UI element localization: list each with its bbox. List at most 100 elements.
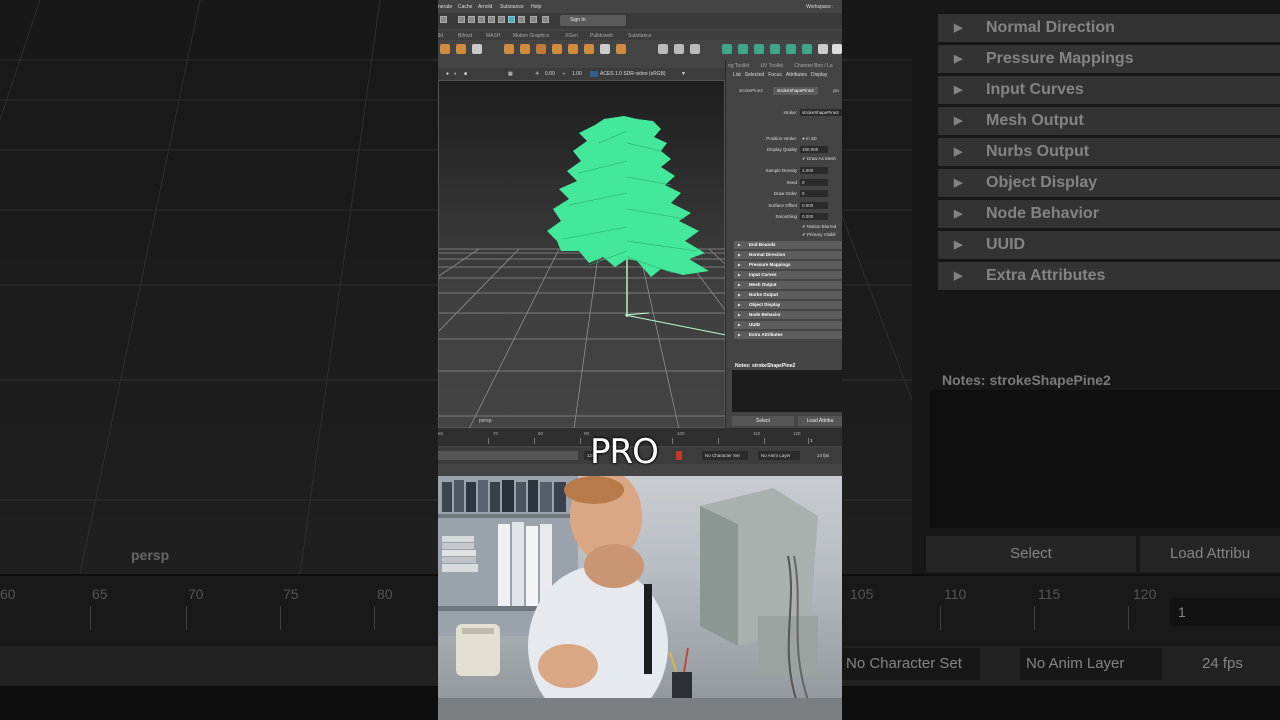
draw-order-field[interactable]: 0 bbox=[800, 190, 828, 197]
camera-icon[interactable]: ● bbox=[446, 71, 449, 77]
section-extra-attributes[interactable]: Extra Attributes bbox=[734, 331, 842, 339]
pause-icon[interactable] bbox=[530, 16, 537, 23]
status-icon[interactable] bbox=[458, 16, 465, 23]
status-icon[interactable] bbox=[518, 16, 525, 23]
sample-density-field[interactable]: 1.000 bbox=[800, 167, 828, 174]
tab-uv-toolkit[interactable]: UV Toolkit bbox=[760, 63, 782, 69]
primary-visibility-checkbox[interactable]: ✔ Primary Visibil bbox=[802, 232, 835, 238]
section-uuid[interactable]: UUID bbox=[734, 321, 842, 329]
menu-help[interactable]: Help bbox=[531, 4, 541, 10]
select-button[interactable]: Select bbox=[732, 416, 794, 426]
section-input-curves[interactable]: Input Curves bbox=[734, 271, 842, 279]
color-management-icon[interactable] bbox=[590, 71, 598, 77]
menu-display[interactable]: Display bbox=[811, 72, 827, 78]
smoothing-field[interactable]: 0.000 bbox=[800, 213, 828, 220]
screen: persp ▶ Normal Direction ▶ Pressure Mappin… bbox=[0, 0, 1280, 720]
shelf-tool-icon[interactable] bbox=[786, 44, 796, 54]
shelf-tool-icon[interactable] bbox=[504, 44, 514, 54]
shelf-tab[interactable]: Pulldownit bbox=[590, 33, 613, 39]
shelf-tool-icon[interactable] bbox=[616, 44, 626, 54]
draw-as-mesh-checkbox[interactable]: ✔ Draw As Mesh bbox=[802, 156, 836, 162]
grid-icon[interactable]: ▦ bbox=[508, 71, 513, 77]
status-icon[interactable] bbox=[498, 16, 505, 23]
shelf-tool-icon[interactable] bbox=[456, 44, 466, 54]
section-node-behavior[interactable]: Node Behavior bbox=[734, 311, 842, 319]
anim-layer-select[interactable]: No Anim Layer bbox=[758, 451, 800, 460]
current-frame-field[interactable]: 1 bbox=[810, 438, 813, 443]
shelf-tab[interactable]: Motion Graphics bbox=[513, 33, 549, 39]
gamma-value[interactable]: 1.00 bbox=[572, 71, 582, 77]
status-icon[interactable] bbox=[468, 16, 475, 23]
display-quality-field[interactable]: 100.000 bbox=[800, 146, 828, 153]
status-icon[interactable] bbox=[440, 16, 447, 23]
menu-list[interactable]: List bbox=[733, 72, 741, 78]
seed-field[interactable]: 0 bbox=[800, 179, 828, 186]
shelf-tool-icon[interactable] bbox=[440, 44, 450, 54]
menu-selected[interactable]: Selected bbox=[745, 72, 764, 78]
section-end-bounds[interactable]: End Bounds bbox=[734, 241, 842, 249]
motion-blur-checkbox[interactable]: ✔ Motion Blurred bbox=[802, 224, 836, 230]
notes-textarea[interactable] bbox=[732, 370, 842, 412]
node-tab-strokepine2[interactable]: strokePine2 bbox=[735, 87, 767, 95]
chevron-down-icon[interactable]: ▼ bbox=[681, 71, 686, 77]
surface-offset-field[interactable]: 0.000 bbox=[800, 202, 828, 209]
shelf-tool-icon[interactable] bbox=[802, 44, 812, 54]
node-tab-pin[interactable]: pin bbox=[829, 87, 842, 95]
shelf-tool-icon[interactable] bbox=[818, 44, 828, 54]
range-bar[interactable] bbox=[438, 451, 578, 460]
shelf-tab[interactable]: Substance bbox=[628, 33, 652, 39]
node-tab-strokeshapepine2[interactable]: strokeShapePine2 bbox=[773, 87, 818, 95]
auto-key-icon[interactable] bbox=[676, 451, 682, 460]
tab-modeling-toolkit[interactable]: ng Toolkit bbox=[728, 63, 749, 69]
viewport-persp[interactable] bbox=[438, 80, 726, 429]
stroke-name-field[interactable]: strokeShapePine2 bbox=[800, 109, 842, 116]
exposure-icon[interactable]: ☀ bbox=[535, 71, 539, 77]
shelf-tool-icon[interactable] bbox=[584, 44, 594, 54]
shelf-tab[interactable]: Bifrost bbox=[458, 33, 472, 39]
section-mesh-output[interactable]: Mesh Output bbox=[734, 281, 842, 289]
menu-cache[interactable]: Cache bbox=[458, 4, 472, 10]
status-icon[interactable] bbox=[488, 16, 495, 23]
menu-arnold[interactable]: Arnold bbox=[478, 4, 492, 10]
gamma-icon[interactable]: ◑ bbox=[562, 71, 565, 77]
section-pressure-mappings[interactable]: Pressure Mappings bbox=[734, 261, 842, 269]
section-object-display[interactable]: Object Display bbox=[734, 301, 842, 309]
bg-tick: 60 bbox=[0, 586, 16, 602]
shelf-tool-icon[interactable] bbox=[690, 44, 700, 54]
shelf-tool-icon[interactable] bbox=[552, 44, 562, 54]
menu-substance[interactable]: Substance bbox=[500, 4, 524, 10]
shelf-tool-icon[interactable] bbox=[738, 44, 748, 54]
shelf-tool-icon[interactable] bbox=[754, 44, 764, 54]
shelf-tab[interactable]: lld bbox=[438, 33, 443, 39]
shelf-tool-icon[interactable] bbox=[536, 44, 546, 54]
shelf-tab[interactable]: XGen bbox=[565, 33, 578, 39]
view-icon[interactable]: ■ bbox=[464, 71, 467, 77]
shelf-tool-icon[interactable] bbox=[520, 44, 530, 54]
exposure-value[interactable]: 0.00 bbox=[545, 71, 555, 77]
shelf-tool-icon[interactable] bbox=[770, 44, 780, 54]
shelf-tool-icon[interactable] bbox=[600, 44, 610, 54]
menu-focus[interactable]: Focus bbox=[768, 72, 782, 78]
character-set-select[interactable]: No Character Set bbox=[702, 451, 748, 460]
shelf-tool-icon[interactable] bbox=[674, 44, 684, 54]
menu-generate[interactable]: nerate bbox=[438, 4, 452, 10]
shelf-tool-icon[interactable] bbox=[472, 44, 482, 54]
shelf-tool-icon[interactable] bbox=[568, 44, 578, 54]
section-nurbs-output[interactable]: Nurbs Output bbox=[734, 291, 842, 299]
status-icon[interactable] bbox=[542, 16, 549, 23]
view-icon[interactable]: ◐ bbox=[454, 71, 457, 77]
color-space-select[interactable]: ACES 1.0 SDR-video (sRGB) bbox=[600, 71, 666, 77]
tab-channel-box[interactable]: Channel Box / La bbox=[794, 63, 832, 69]
shelf-tool-icon[interactable] bbox=[658, 44, 668, 54]
status-icon[interactable] bbox=[478, 16, 485, 23]
radio-in-3d[interactable]: ● In 3D bbox=[802, 136, 817, 141]
close-icon[interactable] bbox=[832, 44, 842, 54]
render-icon[interactable] bbox=[508, 16, 515, 23]
fps-select[interactable]: 24 fps bbox=[814, 451, 840, 460]
section-normal-direction[interactable]: Normal Direction bbox=[734, 251, 842, 259]
shelf-tab[interactable]: MASH bbox=[486, 33, 500, 39]
menu-attributes[interactable]: Attributes bbox=[786, 72, 807, 78]
shelf-tool-icon[interactable] bbox=[722, 44, 732, 54]
sign-in-dropdown[interactable]: Sign In bbox=[560, 15, 626, 26]
load-attributes-button[interactable]: Load Attribu bbox=[798, 416, 842, 426]
